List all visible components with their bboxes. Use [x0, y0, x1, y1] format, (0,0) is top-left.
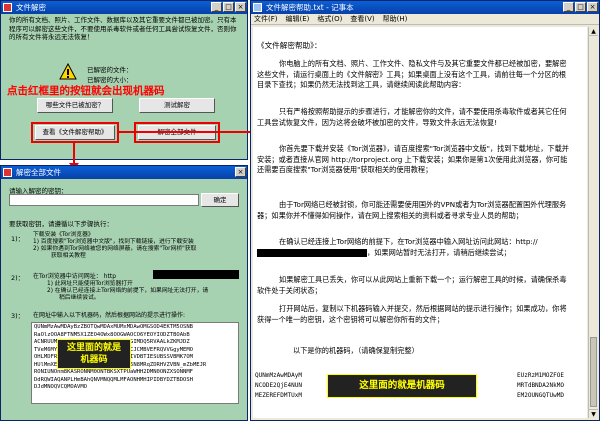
step1-number: 1)： [11, 235, 25, 243]
step1-text: 下载安装《Tor浏览器》 1) 百度搜索"Tor浏览器中文版"，找到下载链接，进… [33, 232, 196, 260]
red-annotation: 点击红框里的按钮就会出现机器码 [7, 85, 165, 97]
code-tail: EUzRzM1MOZFOE [517, 372, 564, 379]
step2-text: 在Tor浏览器中访问网址： http [33, 273, 117, 280]
key-input[interactable] [9, 194, 199, 206]
warning-icon [59, 63, 77, 80]
menu-file[interactable]: 文件(F) [254, 14, 278, 24]
paragraph-5-tail: ，如果网站暂时无法打开，请稍后继续尝试； [367, 247, 511, 257]
scroll-up-icon[interactable]: ▲ [589, 27, 598, 36]
menu-help[interactable]: 帮助(H) [383, 14, 408, 24]
machine-code-intro: 以下是你的机器码，（请确保复制完整） [293, 346, 419, 355]
help-paragraph-6: 如果解密工具已丢失，你可以从此网站上重新下载一个；运行解密工具的时候，请确保杀毒… [257, 275, 567, 295]
maximize-icon[interactable]: □ [575, 2, 586, 12]
help-paragraph-5: 在确认已经连接上Tor网络的前提下，在Tor浏览器中输入网址访问此网站：http… [257, 237, 573, 258]
help-paragraph-2: 只有严格按照帮助提示的步骤进行，才能解密你的文件，请不要使用杀毒软件或者其它任何… [257, 107, 567, 127]
title-bar: 文件解密 _ □ × [1, 1, 247, 14]
window-title: 文件解密 [16, 3, 46, 12]
step2-details: 1) 此网址只能使用Tor浏览器打开 2) 在确认已经连接上Tor网络的前提下，… [47, 281, 208, 302]
window-title: 文件解密帮助.txt - 记事本 [266, 3, 354, 12]
minimize-icon[interactable]: _ [211, 2, 222, 12]
arrow-to-notepad [118, 131, 252, 133]
step1-line: 获取相关教程 [51, 253, 86, 259]
key-window: 解密全部文件 × 请输入解密的密钥： 确定 要获取密钥，请遵循以下步骤执行： 1… [0, 165, 248, 421]
step1-line: 1) 百度搜索"Tor浏览器中文版"，找到下载链接，进行下载安装 [33, 239, 194, 245]
intro-text: 你的所有文档、照片、工作文件、数据库以及其它重要文件都已被加密。只有本程序可以解… [9, 16, 237, 41]
step2-number: 2)： [11, 274, 25, 282]
step2-line: 2) 在确认已经连接上Tor网络的前提下，如果网址无法打开，请 [47, 288, 209, 294]
machine-code-line: RaOlzOOA8FTNM5X1ZEO4OWx8OOGWAOCO6YEOYIOD… [34, 331, 190, 338]
notepad-window: 文件解密帮助.txt - 记事本 _ □ × 文件(F) 编辑(E) 格式(O)… [250, 0, 600, 421]
machine-code-line: DJdMNOQVCQMOAVMO [34, 384, 87, 390]
steps-title: 要获取密钥，请遵循以下步骤执行： [9, 220, 113, 228]
close-icon[interactable]: × [235, 2, 246, 12]
redacted-url [153, 270, 239, 279]
help-paragraph-1: 你电脑上的所有文档、照片、工作文件、隐私文件与及其它重要文件都已经被加密，要解密… [257, 59, 567, 89]
vertical-scrollbar[interactable]: ▲ ▼ [588, 27, 598, 418]
confirm-button[interactable]: 确定 [201, 193, 239, 207]
maximize-icon[interactable]: □ [223, 2, 234, 12]
test-decrypt-button[interactable]: 测试解密 [139, 98, 215, 113]
decrypt-window: 文件解密 _ □ × 你的所有文档、照片、工作文件、数据库以及其它重要文件都已被… [0, 0, 248, 160]
code-line: QUNmMzAwMDAyM [255, 372, 302, 379]
close-icon[interactable]: × [235, 167, 246, 177]
machine-code-line: QUNmMzAwMDAyBzZBOTQwMDAxMUMxMDAwOMGSOD4E… [34, 324, 193, 330]
title-bar: 文件解密帮助.txt - 记事本 _ □ × [251, 1, 599, 14]
help-title: 《文件解密帮助》： [257, 41, 322, 50]
text-area[interactable]: 《文件解密帮助》： 你电脑上的所有文档、照片、工作文件、隐私文件与及其它重要文件… [253, 27, 587, 418]
help-paragraph-4: 由于Tor网络已经被封锁，你可能还需要使用国外的VPN或者为Tor浏览器配置国外… [257, 200, 567, 220]
step2-line: 稍后继续尝试。 [59, 295, 100, 301]
machine-code-note: 这里面的就是机器码 [327, 374, 477, 398]
menu-edit[interactable]: 编辑(E) [286, 14, 310, 24]
view-help-button[interactable]: 查看《文件解密帮助》 [35, 125, 115, 140]
menu-format[interactable]: 格式(O) [317, 14, 342, 24]
note-line: 这里面的就是 [66, 343, 121, 353]
menu-bar: 文件(F) 编辑(E) 格式(O) 查看(V) 帮助(H) [251, 14, 599, 25]
which-files-encrypted-button[interactable]: 哪些文件已被加密？ [37, 98, 113, 113]
scroll-thumb[interactable] [590, 337, 597, 407]
machine-code-line: DdRQWIAQANPLHmBAhQNVMNQQMLMFAONHMHIPIDBY… [34, 376, 193, 383]
code-line: NCODE2QjE4NUN [255, 382, 302, 389]
code-tail: EM2OUNGQTUwMD [517, 392, 564, 399]
window-title: 解密全部文件 [16, 168, 61, 177]
note-line: 机器码 [80, 355, 108, 365]
app-icon [3, 3, 12, 12]
minimize-icon[interactable]: _ [563, 2, 574, 12]
step3-text: 在网址中输入以下机器码，然后根据网站的提示进行操作: [33, 312, 186, 319]
redacted-url [257, 248, 367, 257]
paragraph-5-text: 在确认已经连接上Tor网络的前提下，在Tor浏览器中输入网址访问此网站： [279, 237, 516, 246]
help-paragraph-7: 打开网站后，复制以下机器码输入并提交，然后根据网站的提示进行操作；如果成功，你将… [257, 304, 567, 324]
menu-view[interactable]: 查看(V) [350, 14, 374, 24]
step3-number: 3)： [11, 312, 25, 320]
step1-line: 2) 如果你遇到Tor网络被您的网络屏蔽，请在搜索"Tor网桥"获取 [33, 246, 197, 252]
machine-code-block: QUNmMzAwMDAyM NCODE2QjE4NUN MEZEREFDMTUx… [255, 372, 585, 420]
app-icon [3, 168, 12, 177]
machine-code-line: RONIUNOnm8KASRONNM0ONTBKSXTPUaWHH2DMN0ON… [34, 369, 193, 375]
decrypted-files-label: 已解密的文件： [87, 66, 133, 74]
scroll-down-icon[interactable]: ▼ [589, 409, 598, 418]
step2-line: 1) 此网址只能使用Tor浏览器打开 [47, 281, 133, 287]
close-icon[interactable]: × [587, 2, 598, 12]
notepad-icon [253, 3, 262, 12]
paragraph-5-url: http:// [515, 237, 538, 246]
code-tail: MRTdBNDA2NkMO [517, 382, 564, 389]
step1-line: 下载安装《Tor浏览器》 [33, 232, 94, 238]
help-paragraph-3: 你首先要下载并安装《Tor浏览器》，请百度搜索"Tor浏览器中文版"，找到下载地… [257, 144, 569, 174]
title-bar: 解密全部文件 × [1, 166, 247, 179]
code-line: MEZEREFDMTUxM [255, 392, 302, 399]
machine-code-note: 这里面的就是 机器码 [57, 339, 131, 369]
